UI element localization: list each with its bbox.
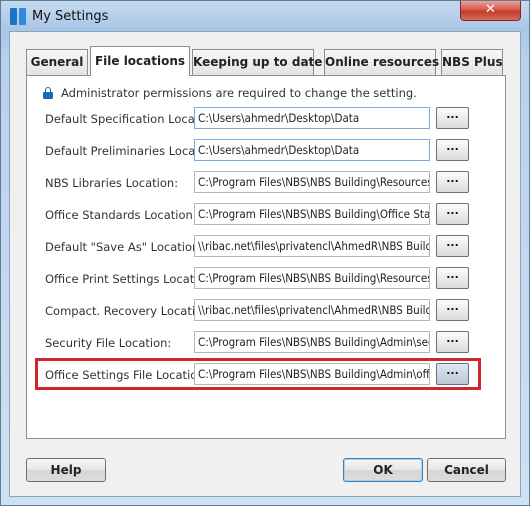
browse-button[interactable]: ... bbox=[436, 107, 469, 129]
lock-icon bbox=[43, 87, 53, 99]
browse-button[interactable]: ... bbox=[436, 331, 469, 353]
default-specification-location-field[interactable]: C:\Users\ahmedr\Desktop\Data bbox=[194, 107, 430, 129]
office-print-settings-location-field[interactable]: C:\Program Files\NBS\NBS Building\Resour… bbox=[194, 267, 430, 289]
setting-label: Default "Save As" Location: bbox=[45, 240, 204, 254]
cancel-button[interactable]: Cancel bbox=[427, 458, 506, 482]
setting-row-office-print-settings: Office Print Settings Location: C:\Progr… bbox=[27, 267, 507, 291]
setting-row-compact-recovery: Compact. Recovery Location: \\ribac.net\… bbox=[27, 299, 507, 323]
tab-general[interactable]: General bbox=[26, 49, 88, 75]
dialog-client-area: General File locations Keeping up to dat… bbox=[9, 31, 521, 497]
browse-button[interactable]: ... bbox=[436, 267, 469, 289]
browse-button[interactable]: ... bbox=[436, 299, 469, 321]
close-button[interactable]: ✕ bbox=[460, 1, 521, 21]
nbs-libraries-location-field[interactable]: C:\Program Files\NBS\NBS Building\Resour… bbox=[194, 171, 430, 193]
setting-label: Compact. Recovery Location: bbox=[45, 304, 214, 318]
setting-label: Office Settings File Location: bbox=[45, 368, 209, 382]
setting-label: Office Print Settings Location: bbox=[45, 272, 216, 286]
office-settings-file-location-field[interactable]: C:\Program Files\NBS\NBS Building\Admin\… bbox=[194, 363, 430, 385]
file-locations-panel: Administrator permissions are required t… bbox=[26, 75, 506, 439]
setting-label: Security File Location: bbox=[45, 336, 172, 350]
help-button[interactable]: Help bbox=[26, 458, 106, 482]
setting-row-security-file: Security File Location: C:\Program Files… bbox=[27, 331, 507, 355]
settings-window: My Settings ✕ General File locations Kee… bbox=[0, 0, 530, 506]
ok-button[interactable]: OK bbox=[343, 458, 423, 482]
close-icon: ✕ bbox=[485, 2, 496, 17]
browse-button[interactable]: ... bbox=[436, 171, 469, 193]
compact-recovery-location-field[interactable]: \\ribac.net\files\privatencl\AhmedR\NBS … bbox=[194, 299, 430, 321]
setting-row-default-preliminaries: Default Preliminaries Location: C:\Users… bbox=[27, 139, 507, 163]
tab-keeping-up-to-date[interactable]: Keeping up to date bbox=[192, 49, 322, 75]
default-preliminaries-location-field[interactable]: C:\Users\ahmedr\Desktop\Data bbox=[194, 139, 430, 161]
tab-nbs-plus[interactable]: NBS Plus bbox=[441, 49, 503, 75]
tab-file-locations[interactable]: File locations bbox=[90, 46, 190, 76]
browse-button[interactable]: ... bbox=[436, 363, 469, 385]
default-save-as-location-field[interactable]: \\ribac.net\files\privatencl\AhmedR\NBS … bbox=[194, 235, 430, 257]
tab-online-resources[interactable]: Online resources bbox=[324, 49, 439, 75]
window-title: My Settings bbox=[32, 9, 109, 24]
setting-label: NBS Libraries Location: bbox=[45, 176, 179, 190]
setting-row-default-specification: Default Specification Location: C:\Users… bbox=[27, 107, 507, 131]
setting-row-office-settings-file: Office Settings File Location: C:\Progra… bbox=[27, 363, 507, 387]
office-standards-location-field[interactable]: C:\Program Files\NBS\NBS Building\Office… bbox=[194, 203, 430, 225]
browse-button[interactable]: ... bbox=[436, 203, 469, 225]
nbs-app-icon bbox=[9, 8, 27, 25]
title-bar[interactable]: My Settings ✕ bbox=[1, 1, 529, 31]
browse-button[interactable]: ... bbox=[436, 235, 469, 257]
setting-row-default-save-as: Default "Save As" Location: \\ribac.net\… bbox=[27, 235, 507, 259]
setting-row-office-standards: Office Standards Location: C:\Program Fi… bbox=[27, 203, 507, 227]
setting-row-nbs-libraries: NBS Libraries Location: C:\Program Files… bbox=[27, 171, 507, 195]
setting-label: Office Standards Location: bbox=[45, 208, 197, 222]
browse-button[interactable]: ... bbox=[436, 139, 469, 161]
admin-notice-text: Administrator permissions are required t… bbox=[61, 86, 417, 100]
security-file-location-field[interactable]: C:\Program Files\NBS\NBS Building\Admin\… bbox=[194, 331, 430, 353]
